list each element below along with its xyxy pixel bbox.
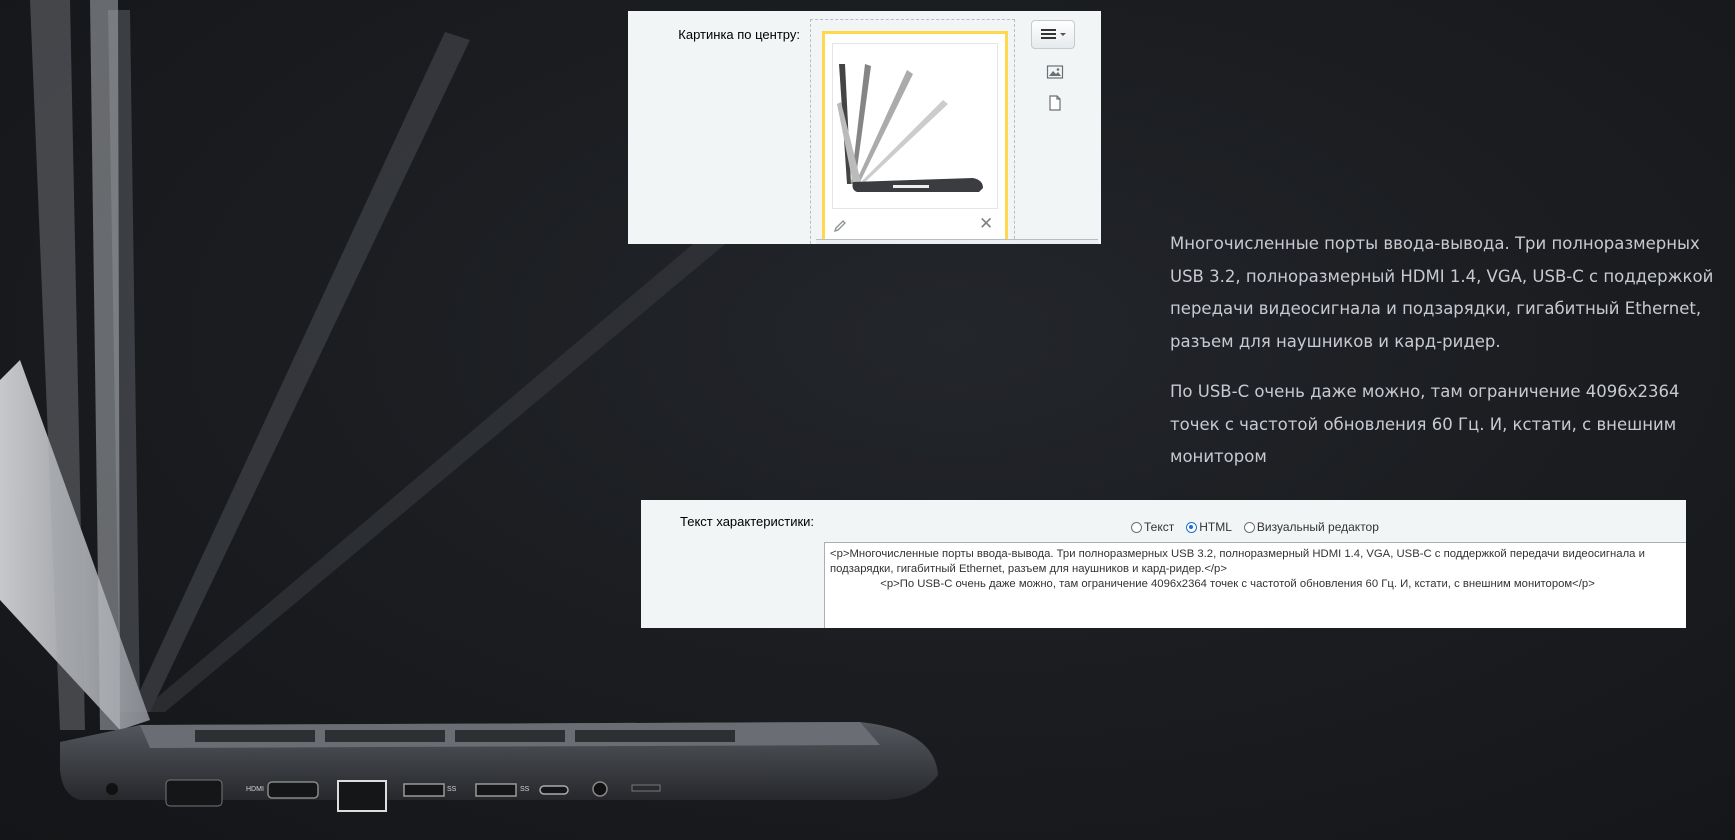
field-divider bbox=[816, 239, 1098, 244]
mode-html-radio[interactable]: HTML bbox=[1186, 520, 1232, 534]
pencil-icon[interactable] bbox=[832, 218, 848, 234]
image-field-panel: Картинка по центру: ✕ bbox=[628, 11, 1101, 244]
image-thumbnail[interactable] bbox=[832, 43, 998, 209]
usb-ss-port-label: SS bbox=[447, 786, 457, 793]
radio-checked-icon[interactable] bbox=[1186, 521, 1198, 533]
file-icon[interactable] bbox=[1046, 94, 1064, 112]
text-field-panel: Текст характеристики: Текст HTML Визуаль… bbox=[641, 500, 1686, 628]
hdmi-port-label: HDMI bbox=[246, 786, 264, 793]
description-paragraph: Многочисленные порты ввода-вывода. Три п… bbox=[1170, 234, 1714, 351]
mode-visual-editor-radio[interactable]: Визуальный редактор bbox=[1243, 520, 1379, 534]
feature-description: Многочисленные порты ввода-вывода. Три п… bbox=[1170, 228, 1730, 492]
close-icon[interactable]: ✕ bbox=[979, 214, 993, 234]
editor-mode-switch: Текст HTML Визуальный редактор bbox=[1131, 520, 1391, 534]
description-paragraph: По USB-C очень даже можно, там ограничен… bbox=[1170, 382, 1680, 466]
radio-icon[interactable] bbox=[1243, 521, 1255, 533]
image-menu-button[interactable] bbox=[1031, 20, 1075, 49]
hamburger-dropdown-icon bbox=[1041, 29, 1066, 39]
mode-text-radio[interactable]: Текст bbox=[1131, 520, 1174, 534]
html-source-textarea[interactable]: <p>Многочисленные порты ввода-вывода. Тр… bbox=[824, 542, 1686, 628]
usb-ss-port-label-2: SS bbox=[520, 786, 530, 793]
laptop-thumbnail-icon bbox=[837, 64, 983, 192]
radio-icon[interactable] bbox=[1131, 521, 1142, 533]
text-field-label: Текст характеристики: bbox=[680, 514, 815, 529]
image-icon[interactable] bbox=[1046, 63, 1064, 81]
image-field-label: Картинка по центру: bbox=[678, 27, 800, 42]
